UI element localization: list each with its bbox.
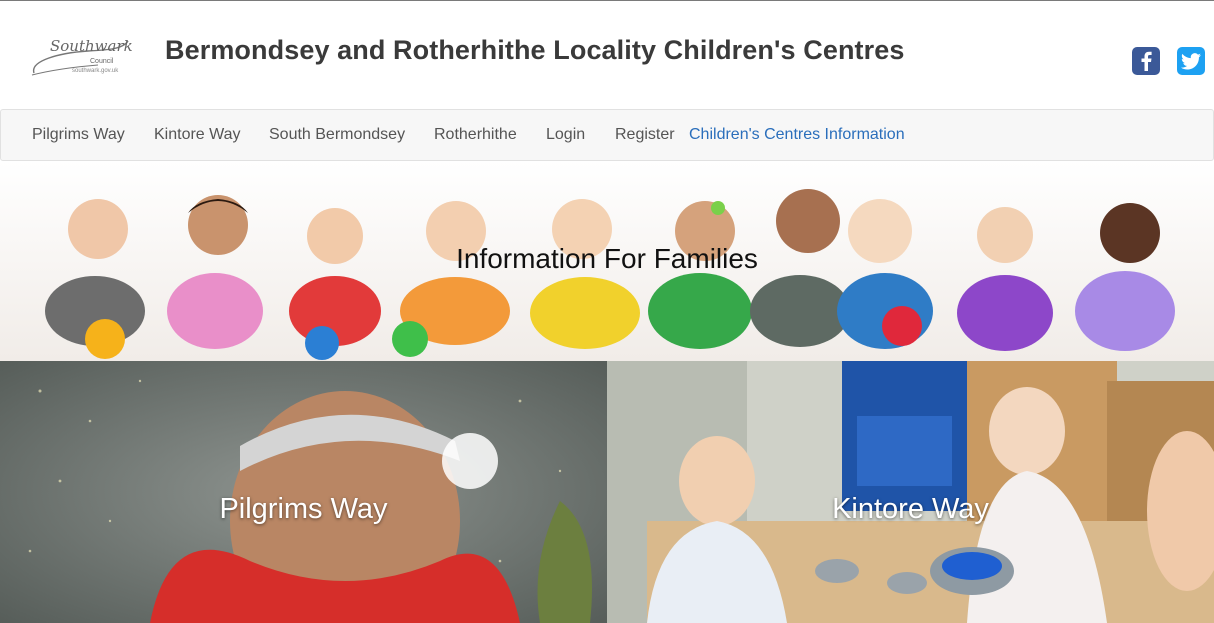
tile-pilgrims-way-label: Pilgrims Way [219, 493, 388, 525]
nav-item-login[interactable]: Login [546, 126, 585, 144]
twitter-link[interactable] [1177, 47, 1205, 75]
tile-kintore-way[interactable]: Kintore Way [607, 361, 1214, 623]
nav-item-pilgrims-way[interactable]: Pilgrims Way [32, 126, 125, 144]
hero-title: Information For Families [456, 243, 758, 274]
main-navbar: Pilgrims Way Kintore Way South Bermondse… [0, 109, 1214, 161]
svg-text:Southwark: Southwark [50, 37, 132, 55]
southwark-council-logo[interactable]: Southwark Council southwark.gov.uk [28, 31, 133, 81]
site-title: Bermondsey and Rotherhithe Locality Chil… [165, 35, 905, 65]
nav-item-childrens-centres-information[interactable]: Children's Centres Information [689, 126, 905, 144]
nav-item-rotherhithe[interactable]: Rotherhithe [434, 126, 517, 144]
site-header: Southwark Council southwark.gov.uk Bermo… [0, 1, 1214, 109]
facebook-icon [1141, 51, 1152, 71]
facebook-link[interactable] [1132, 47, 1160, 75]
tile-pilgrims-way[interactable]: Pilgrims Way [0, 361, 607, 623]
nav-item-kintore-way[interactable]: Kintore Way [154, 126, 241, 144]
svg-text:Council: Council [90, 58, 114, 65]
tile-kintore-way-label: Kintore Way [832, 493, 989, 525]
svg-text:southwark.gov.uk: southwark.gov.uk [72, 68, 119, 74]
twitter-icon [1181, 52, 1201, 69]
nav-item-register[interactable]: Register [615, 126, 675, 144]
pilgrims-way-photo [0, 361, 607, 623]
nav-item-south-bermondsey[interactable]: South Bermondsey [269, 126, 405, 144]
hero-banner: Information For Families [0, 161, 1214, 361]
kintore-way-photo [607, 361, 1214, 623]
